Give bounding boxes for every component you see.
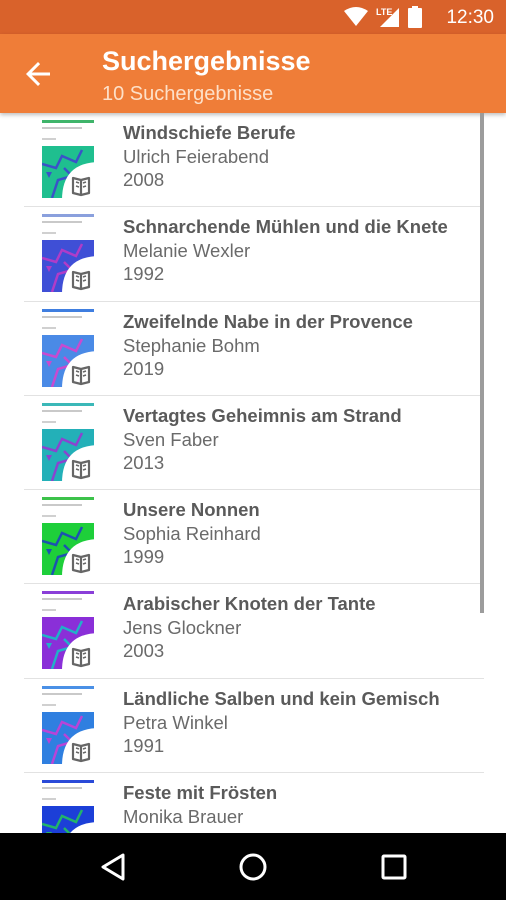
result-meta: Unsere Nonnen Sophia Reinhard 1999: [123, 498, 261, 568]
result-year: 2008: [123, 169, 165, 190]
book-icon: [62, 539, 100, 578]
result-year: 1992: [123, 263, 165, 285]
result-year: 1991: [123, 734, 165, 756]
app-bar: Suchergebnisse 10 Suchergebnisse: [0, 34, 506, 113]
navigation-bar: [0, 833, 506, 900]
result-title: Arabischer Knoten der Tante: [123, 593, 376, 615]
status-clock: 12:30: [446, 7, 494, 28]
result-author: Sophia Reinhard: [123, 523, 261, 545]
result-author: Jens Glockner: [123, 617, 242, 639]
result-title: Feste mit Frösten: [123, 782, 278, 804]
lte-signal-icon: LTE: [376, 7, 399, 27]
result-row[interactable]: Zweifelnde Nabe in der Provence Stephanie…: [24, 302, 484, 396]
result-meta: Vertagtes Geheimnis am Strand Sven Faber 2…: [123, 404, 402, 474]
result-meta: Ländliche Salben und kein Gemisch Petra W…: [123, 687, 440, 757]
result-year: 2019: [123, 357, 165, 379]
page-title: Suchergebnisse: [102, 46, 311, 76]
result-meta: Windschiefe Berufe Ulrich Feierabend 2008: [123, 121, 296, 191]
result-meta: Feste mit Frösten Monika Brauer: [123, 781, 277, 828]
result-meta: Schnarchende Mühlen und die Knete Melanie…: [123, 215, 448, 285]
page-subtitle: 10 Suchergebnisse: [102, 83, 274, 105]
book-cover-thumbnail: [42, 497, 100, 578]
result-title: Vertagtes Geheimnis am Strand: [123, 404, 402, 426]
result-row[interactable]: Arabischer Knoten der Tante Jens Glockner…: [24, 584, 484, 679]
book-icon: [62, 633, 100, 672]
result-author: Ulrich Feierabend: [123, 146, 270, 167]
book-cover-thumbnail: [42, 685, 100, 766]
back-arrow-icon[interactable]: [20, 56, 56, 92]
book-cover-thumbnail: [42, 120, 100, 200]
status-bar: LTE 12:30: [0, 0, 506, 34]
book-icon: [62, 444, 100, 483]
result-row[interactable]: Feste mit Frösten Monika Brauer: [24, 773, 484, 833]
result-meta: Arabischer Knoten der Tante Jens Glockner…: [123, 592, 376, 662]
book-cover-thumbnail: [42, 308, 100, 389]
result-title: Windschiefe Berufe: [123, 122, 296, 143]
result-author: Monika Brauer: [123, 806, 244, 828]
book-cover-thumbnail: [42, 402, 100, 483]
status-icons: LTE: [344, 6, 422, 28]
result-row[interactable]: Windschiefe Berufe Ulrich Feierabend 2008: [24, 113, 484, 208]
results-list[interactable]: Windschiefe Berufe Ulrich Feierabend 2008 S…: [0, 113, 506, 833]
book-cover-thumbnail: [42, 591, 100, 672]
result-title: Unsere Nonnen: [123, 499, 260, 521]
square-recents-icon[interactable]: [378, 851, 410, 883]
book-cover-thumbnail: [42, 780, 100, 833]
result-author: Stephanie Bohm: [123, 334, 260, 356]
circle-home-icon[interactable]: [237, 851, 269, 883]
result-row[interactable]: Vertagtes Geheimnis am Strand Sven Faber 2…: [24, 396, 484, 491]
result-title: Ländliche Salben und kein Gemisch: [123, 687, 440, 709]
result-row[interactable]: Ländliche Salben und kein Gemisch Petra W…: [24, 679, 484, 774]
scrollbar[interactable]: [480, 113, 484, 613]
book-cover-thumbnail: [42, 214, 100, 295]
book-icon: [62, 256, 100, 295]
result-author: Petra Winkel: [123, 711, 228, 733]
wifi-icon: [344, 7, 368, 26]
result-year: 2013: [123, 451, 165, 473]
book-icon: [62, 350, 100, 389]
result-title: Schnarchende Mühlen und die Knete: [123, 216, 448, 238]
battery-icon: [408, 6, 422, 28]
book-icon: [62, 162, 100, 200]
book-icon: [62, 727, 100, 766]
result-year: 2003: [123, 640, 165, 662]
result-title: Zweifelnde Nabe in der Provence: [123, 310, 413, 332]
result-author: Melanie Wexler: [123, 240, 251, 262]
book-icon: [70, 822, 100, 833]
result-row[interactable]: Unsere Nonnen Sophia Reinhard 1999: [24, 490, 484, 585]
result-author: Sven Faber: [123, 428, 219, 450]
result-row[interactable]: Schnarchende Mühlen und die Knete Melanie…: [24, 207, 484, 302]
result-year: 1999: [123, 546, 165, 568]
triangle-back-icon[interactable]: [97, 851, 129, 883]
result-meta: Zweifelnde Nabe in der Provence Stephanie…: [123, 310, 413, 380]
svg-text:LTE: LTE: [376, 7, 392, 17]
